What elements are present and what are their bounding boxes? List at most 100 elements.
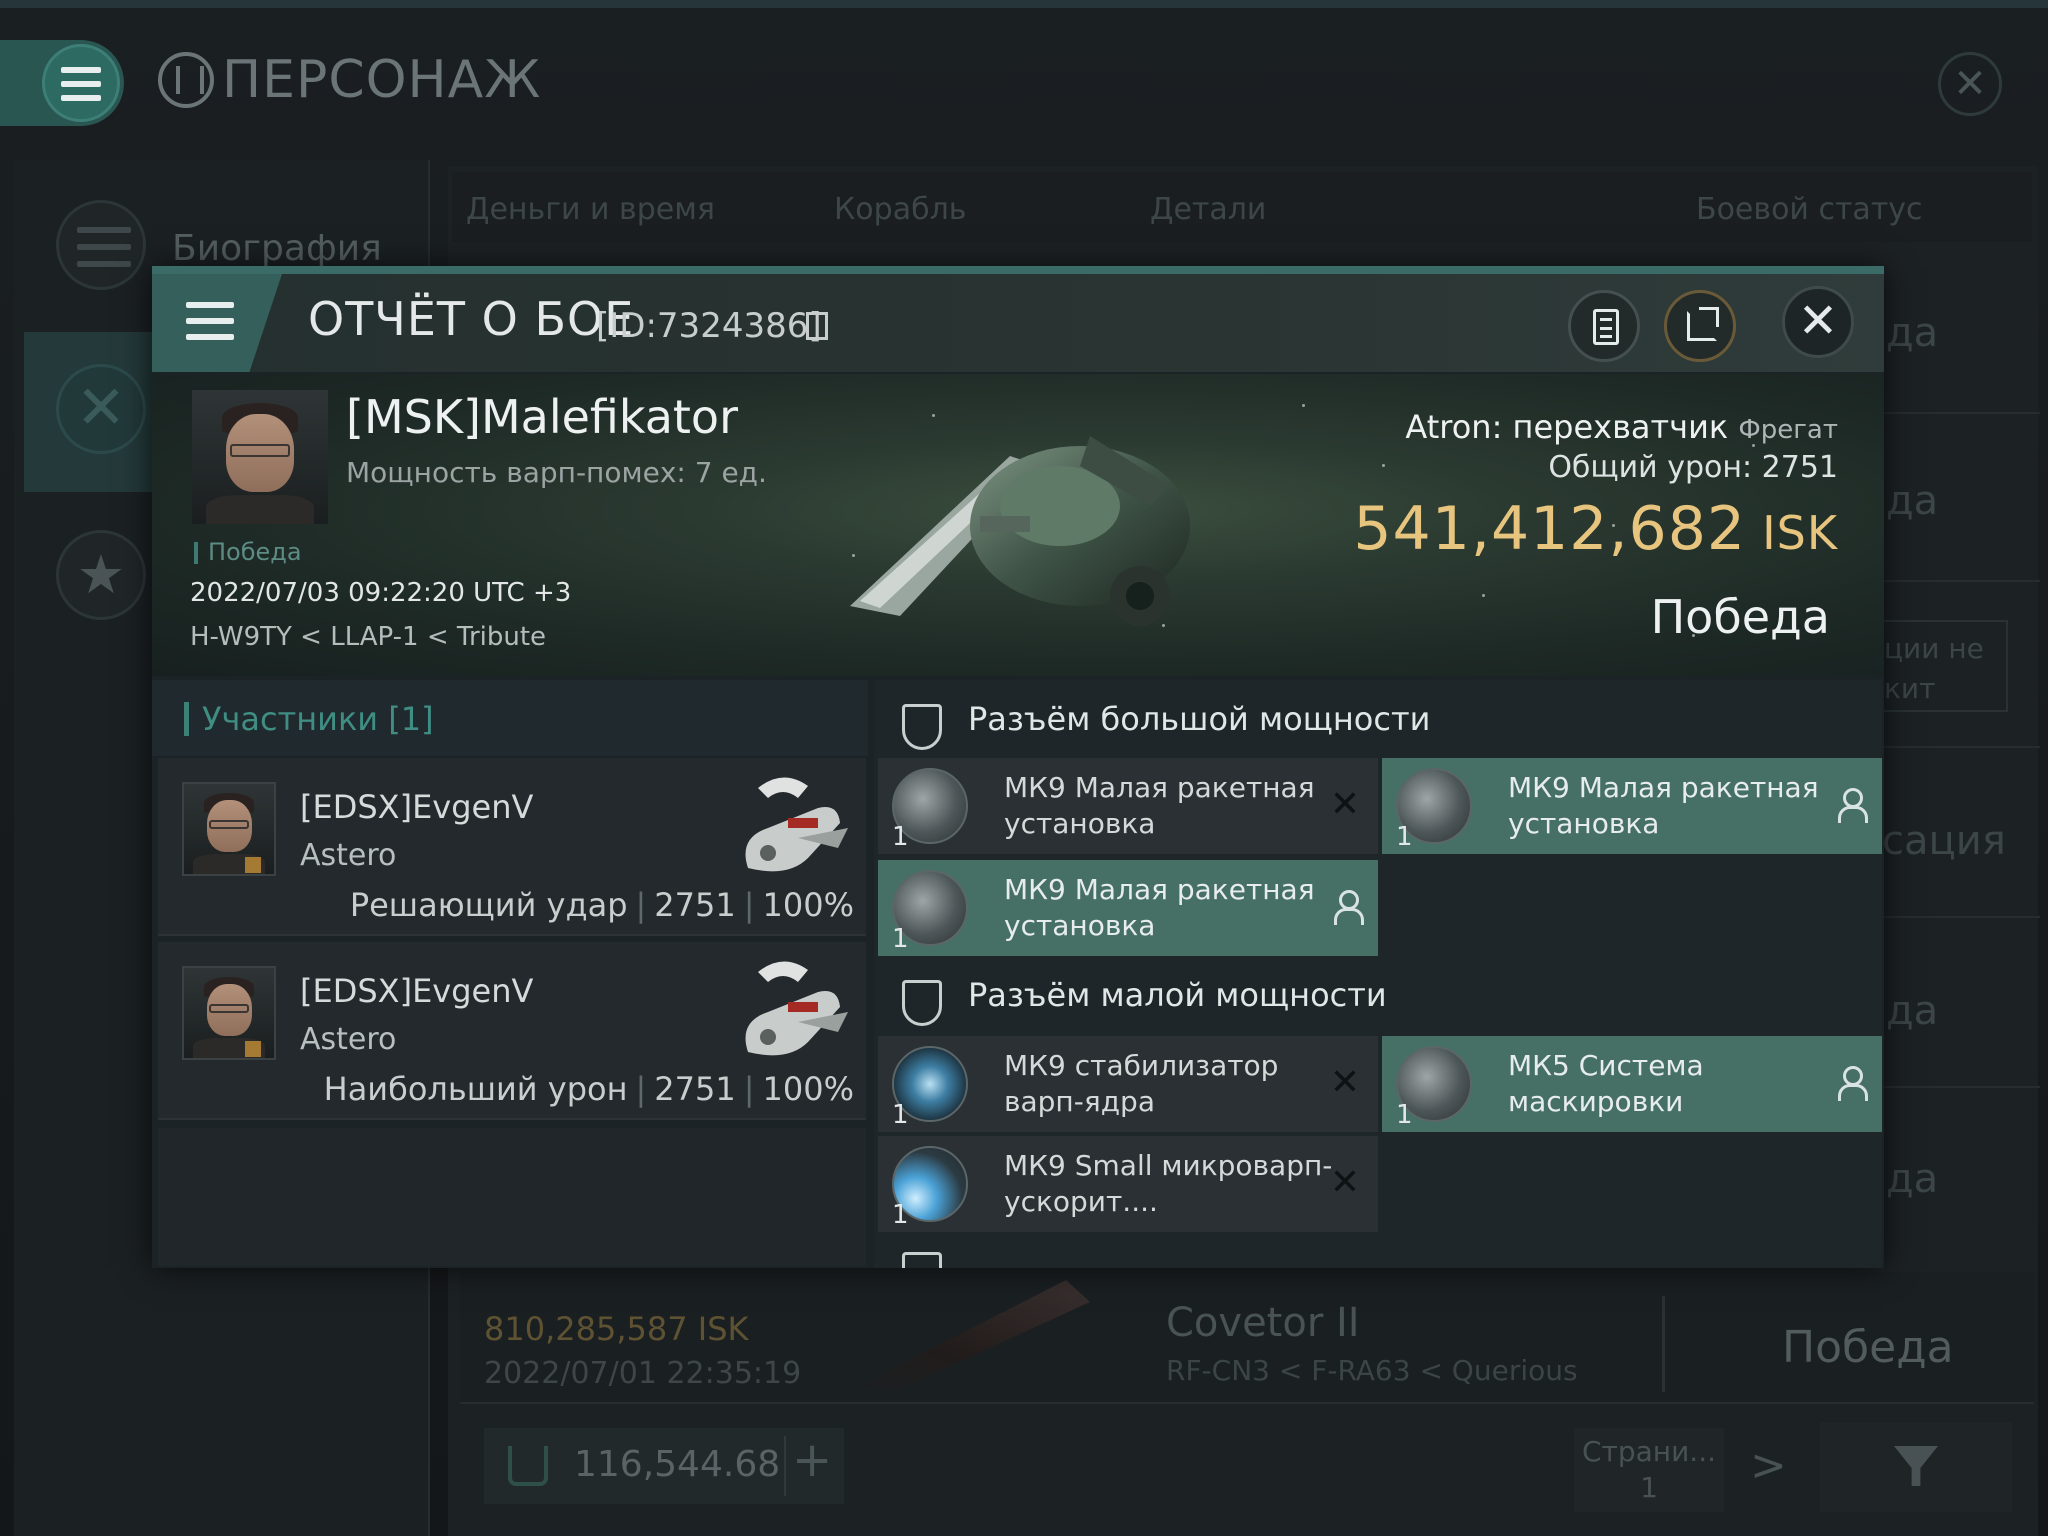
attacker-ship-render[interactable] [728, 952, 852, 1068]
module-name: МК9 Small микроварп-ускорит.... [1004, 1149, 1333, 1218]
modal-title: ОТЧЁТ О БОЕ [308, 292, 635, 346]
row-status: сация [1882, 818, 2006, 864]
high-slot-icon [902, 704, 942, 750]
menu-icon [186, 302, 234, 340]
person-icon [1332, 890, 1364, 926]
module-name: МК9 Малая ракетная установка [1508, 771, 1819, 840]
next-page-button[interactable]: > [1750, 1440, 1787, 1491]
divider [784, 1436, 786, 1496]
fittings-panel: Разъём большой мощности 1 МК9 Малая раке… [874, 680, 1882, 1268]
row-divider [1880, 916, 2040, 918]
row-status: кит [1884, 672, 1936, 705]
kill-location[interactable]: H-W9TY < LLAP-1 < Tribute [190, 622, 546, 652]
row-divider [1880, 412, 2040, 414]
person-icon [1836, 1066, 1868, 1102]
attacker-stats: Решающий удар | 2751 | 100% [349, 886, 854, 924]
add-funds-button[interactable]: + [792, 1432, 832, 1488]
attacker-name[interactable]: [EDSX]EvgenV [300, 972, 533, 1010]
modal-close-button[interactable]: ✕ [1782, 286, 1854, 358]
page-label: Страни... [1582, 1435, 1716, 1468]
close-icon[interactable]: ✕ [1938, 52, 2002, 116]
total-damage: Общий урон: 2751 [1548, 450, 1838, 485]
warp-disruption: Мощность варп-помех: 7 ед. [346, 456, 767, 489]
report-id: [ID:7324386] [596, 306, 822, 346]
module-qty: 1 [892, 924, 909, 954]
person-icon [1836, 788, 1868, 824]
victim-portrait[interactable] [192, 390, 328, 524]
main-menu-button[interactable] [0, 40, 124, 126]
divider [1662, 1296, 1665, 1392]
battle-result: Победа [1650, 590, 1830, 644]
module-destroyed[interactable]: 1 МК9 Малая ракетная установка ✕ [878, 758, 1378, 854]
row-location: RF-CN3 < F-RA63 < Querious [1166, 1354, 1578, 1387]
menu-icon [42, 44, 120, 122]
module-qty: 1 [892, 822, 909, 852]
module-dropped[interactable]: 1 МК9 Малая ракетная установка [878, 860, 1378, 956]
destroyed-icon: ✕ [1329, 1062, 1360, 1103]
sidebar-item-label: Биография [172, 228, 382, 269]
attacker-portrait[interactable] [182, 782, 276, 876]
clipboard-icon [1593, 309, 1619, 345]
copy-icon[interactable] [806, 312, 828, 340]
attacker-portrait[interactable] [182, 966, 276, 1060]
module-qty: 1 [1396, 1100, 1413, 1130]
modal-accent [152, 266, 1884, 274]
module-name: МК9 стабилизатор варп-ядра [1004, 1049, 1279, 1118]
row-status: ции не [1884, 632, 1984, 665]
wallet-balance: 116,544.68 [574, 1444, 781, 1485]
row-ship-name: Covetor II [1166, 1300, 1360, 1346]
tab-ship[interactable]: Корабль [834, 192, 966, 227]
participants-title: Участники [1] [202, 700, 434, 738]
wallet-icon [508, 1446, 548, 1486]
page-number: 1 [1640, 1471, 1658, 1504]
page-selector[interactable]: Страни... 1 [1574, 1428, 1724, 1512]
swords-icon: ✕ [56, 364, 146, 454]
module-name: МК5 Система маскировки [1508, 1049, 1704, 1118]
row-status: да [1886, 478, 1939, 524]
row-date: 2022/07/01 22:35:19 [484, 1356, 802, 1391]
tab-money-time[interactable]: Деньги и время [466, 192, 715, 227]
module-dropped[interactable]: 1 МК9 Малая ракетная установка [1382, 758, 1882, 854]
victim-name[interactable]: [MSK]Malefikator [346, 390, 738, 444]
attacker-stats: Наибольший урон | 2751 | 100% [323, 1070, 854, 1108]
isk-value: 541,412,682 ISK [1353, 494, 1838, 564]
row-divider [1880, 746, 2040, 748]
star-icon[interactable]: ★ [56, 530, 146, 620]
attacker-ship: Astero [300, 1022, 397, 1057]
module-qty: 1 [1396, 822, 1413, 852]
tab-combat-status[interactable]: Боевой статус [1696, 192, 1923, 227]
row-result: Победа [1782, 1322, 1954, 1373]
ship-class: Фрегат [1738, 415, 1838, 445]
row-isk-value: 810,285,587 ISK [484, 1310, 749, 1348]
module-destroyed[interactable]: 1 МК9 стабилизатор варп-ядра ✕ [878, 1036, 1378, 1132]
share-arrow [1699, 307, 1719, 327]
destroyed-icon: ✕ [1329, 784, 1360, 825]
page-title: ПЕРСОНАЖ [158, 50, 541, 110]
status-marker [194, 542, 198, 564]
top-edge [0, 0, 2048, 8]
row-status: да [1886, 310, 1939, 356]
low-slot-header: Разъём малой мощности [968, 976, 1387, 1014]
slot-icon [902, 1252, 942, 1268]
victim-ship[interactable]: Atron: перехватчик Фрегат [1405, 408, 1838, 446]
biography-icon [56, 200, 146, 290]
participants-empty-space [158, 1128, 866, 1266]
victim-ship-render[interactable] [840, 396, 1200, 636]
module-dropped[interactable]: 1 МК5 Система маскировки [1382, 1036, 1882, 1132]
module-destroyed[interactable]: 1 МК9 Small микроварп-ускорит.... ✕ [878, 1136, 1378, 1232]
row-divider [1880, 580, 2040, 582]
destroyed-icon: ✕ [1329, 1162, 1360, 1203]
attacker-name[interactable]: [EDSX]EvgenV [300, 788, 533, 826]
module-name: МК9 Малая ракетная установка [1004, 771, 1315, 840]
tab-details[interactable]: Детали [1150, 192, 1266, 227]
attacker-ship: Astero [300, 838, 397, 873]
kill-datetime: 2022/07/03 09:22:20 UTC +3 [190, 578, 572, 608]
row-divider [1880, 1086, 2040, 1088]
module-name: МК9 Малая ракетная установка [1004, 873, 1315, 942]
share-button[interactable] [1664, 290, 1736, 362]
row-status: да [1886, 1156, 1939, 1202]
victim-status: Победа [208, 538, 302, 566]
row-status: да [1886, 988, 1939, 1034]
clipboard-button[interactable] [1568, 290, 1640, 362]
attacker-ship-render[interactable] [728, 768, 852, 884]
